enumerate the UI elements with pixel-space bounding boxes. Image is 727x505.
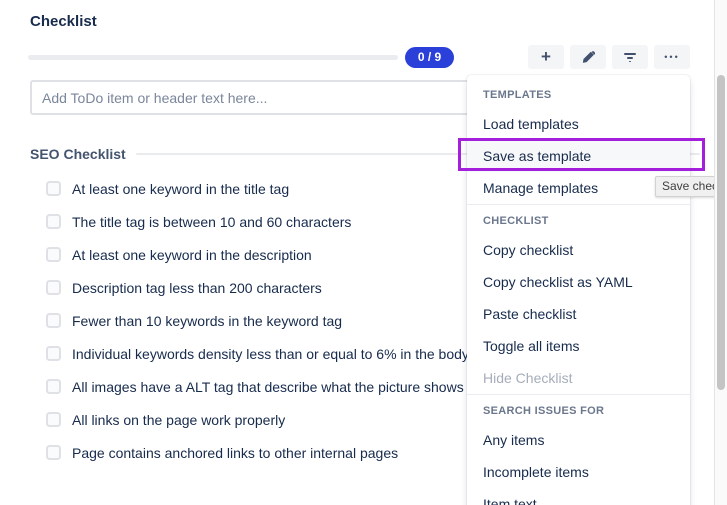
- todo-checkbox[interactable]: [46, 214, 61, 229]
- menu-item-incomplete-items[interactable]: Incomplete items: [467, 456, 690, 488]
- more-actions-menu: TEMPLATES Load templates Save as templat…: [467, 75, 690, 505]
- todo-checkbox[interactable]: [46, 313, 61, 328]
- checklist-panel: Checklist 0 / 9 + ••• SEO Checkl: [0, 0, 727, 505]
- todo-checkbox[interactable]: [46, 181, 61, 196]
- menu-item-paste-checklist[interactable]: Paste checklist: [467, 298, 690, 330]
- todo-checkbox[interactable]: [46, 346, 61, 361]
- ellipsis-icon: •••: [664, 53, 679, 62]
- pencil-icon: [582, 51, 595, 64]
- progress-bar: [28, 55, 398, 60]
- menu-section-header-checklist: CHECKLIST: [467, 204, 690, 234]
- page-title: Checklist: [30, 13, 97, 30]
- menu-section-header-templates: TEMPLATES: [467, 75, 690, 108]
- todo-checkbox[interactable]: [46, 280, 61, 295]
- menu-item-load-templates[interactable]: Load templates: [467, 108, 690, 140]
- menu-item-toggle-all-items[interactable]: Toggle all items: [467, 330, 690, 362]
- todo-label: Description tag less than 200 characters: [72, 280, 322, 296]
- todo-label: All images have a ALT tag that describe …: [72, 379, 464, 395]
- menu-item-copy-checklist-yaml[interactable]: Copy checklist as YAML: [467, 266, 690, 298]
- vertical-scrollbar[interactable]: [714, 0, 727, 505]
- menu-item-copy-checklist[interactable]: Copy checklist: [467, 234, 690, 266]
- toolbar: + •••: [528, 45, 690, 69]
- filter-icon: [623, 52, 637, 62]
- todo-label: All links on the page work properly: [72, 412, 285, 428]
- menu-item-any-items[interactable]: Any items: [467, 424, 690, 456]
- menu-section-header-search: SEARCH ISSUES FOR: [467, 394, 690, 424]
- edit-button[interactable]: [570, 45, 606, 69]
- add-item-button[interactable]: +: [528, 45, 564, 69]
- todo-checkbox[interactable]: [46, 379, 61, 394]
- scrollbar-thumb[interactable]: [717, 75, 725, 390]
- todo-checkbox[interactable]: [46, 412, 61, 427]
- menu-item-item-text[interactable]: Item text: [467, 488, 690, 505]
- todo-checkbox[interactable]: [46, 445, 61, 460]
- plus-icon: +: [541, 48, 551, 65]
- todo-label: At least one keyword in the description: [72, 247, 312, 263]
- todo-checkbox[interactable]: [46, 247, 61, 262]
- todo-label: The title tag is between 10 and 60 chara…: [72, 214, 351, 230]
- section-title: SEO Checklist: [30, 146, 126, 162]
- todo-label: Fewer than 10 keywords in the keyword ta…: [72, 313, 342, 329]
- progress-row: 0 / 9 + •••: [28, 45, 690, 69]
- more-button[interactable]: •••: [654, 45, 690, 69]
- todo-label: Individual keywords density less than or…: [72, 346, 469, 362]
- todo-label: At least one keyword in the title tag: [72, 181, 289, 197]
- todo-label: Page contains anchored links to other in…: [72, 445, 398, 461]
- progress-badge: 0 / 9: [405, 47, 454, 68]
- menu-item-save-as-template[interactable]: Save as template: [467, 140, 690, 172]
- menu-item-hide-checklist: Hide Checklist: [467, 362, 690, 394]
- filter-button[interactable]: [612, 45, 648, 69]
